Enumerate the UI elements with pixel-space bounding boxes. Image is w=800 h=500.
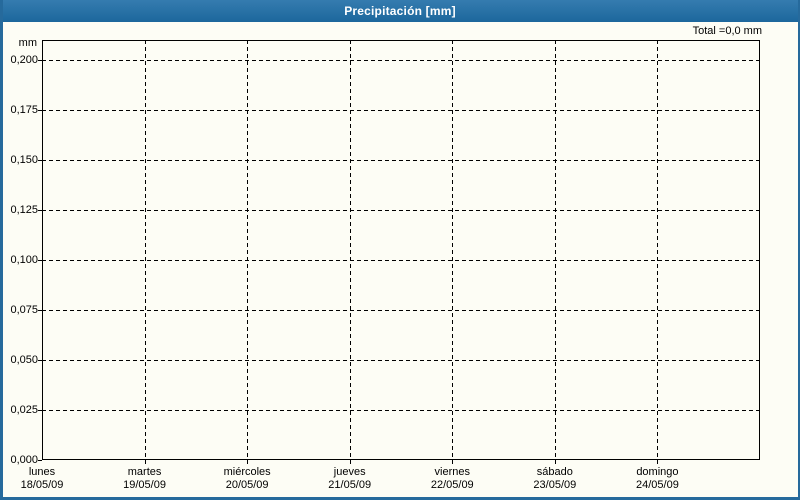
- plot-area: [38, 40, 760, 464]
- y-tick-label: 0,075: [10, 303, 38, 316]
- x-tick-day: jueves: [333, 466, 366, 478]
- y-tick-label: 0,100: [10, 253, 38, 266]
- x-tick-date: 19/05/09: [123, 479, 166, 491]
- x-tick-date: 20/05/09: [225, 479, 269, 491]
- plot-frame: [42, 40, 760, 460]
- x-tick-day: sábado: [536, 466, 573, 478]
- y-tick-label: 0,125: [10, 203, 38, 216]
- x-tick-day: domingo: [636, 466, 679, 478]
- y-tick-label: 0,025: [10, 403, 38, 416]
- y-tick-label: 0,050: [10, 353, 38, 366]
- x-tick-label: sábado 23/05/09: [503, 466, 607, 492]
- x-tick-date: 22/05/09: [430, 479, 474, 491]
- grid-lines: [38, 40, 760, 464]
- x-tick-day: miércoles: [223, 466, 271, 478]
- chart-title-bar: Precipitación [mm]: [3, 0, 798, 22]
- y-axis-unit-label: mm: [18, 37, 37, 49]
- x-tick-label: jueves 21/05/09: [298, 466, 402, 492]
- x-tick-label: domingo 24/05/09: [605, 466, 709, 492]
- x-tick-label: viernes 22/05/09: [400, 466, 504, 492]
- x-tick-date: 24/05/09: [636, 479, 679, 491]
- chart-title: Precipitación [mm]: [344, 4, 456, 18]
- x-tick-day: lunes: [28, 466, 56, 478]
- x-tick-label: miércoles 20/05/09: [195, 466, 299, 492]
- x-tick-label: martes 19/05/09: [93, 466, 197, 492]
- y-tick-label: 0,175: [10, 103, 38, 116]
- y-tick-label: 0,200: [10, 53, 38, 66]
- y-tick-label: 0,000: [10, 453, 38, 466]
- x-tick-date: 21/05/09: [328, 479, 372, 491]
- chart-window: Precipitación [mm] Total =0,0 mm mm 0,20…: [0, 0, 800, 500]
- x-tick-label: lunes 18/05/09: [3, 466, 94, 492]
- y-tick-label: 0,150: [10, 153, 38, 166]
- x-tick-date: 23/05/09: [533, 479, 577, 491]
- x-tick-date: 18/05/09: [20, 479, 64, 491]
- x-tick-day: martes: [127, 466, 162, 478]
- total-label: Total =0,0 mm: [692, 25, 762, 37]
- x-tick-day: viernes: [434, 466, 471, 478]
